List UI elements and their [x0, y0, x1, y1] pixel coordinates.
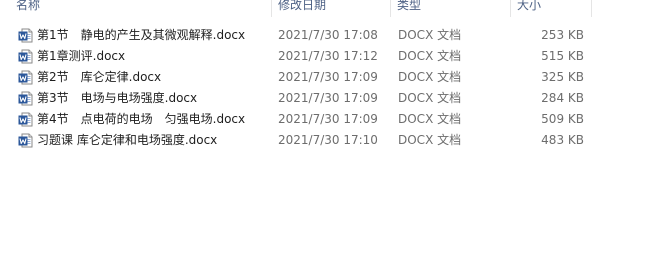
file-size: 325 KB [541, 70, 584, 84]
file-name: 第1节 静电的产生及其微观解释.docx [37, 28, 246, 42]
file-name: 第4节 点电荷的电场 匀强电场.docx [37, 112, 246, 126]
file-size: 483 KB [541, 133, 584, 147]
file-date-modified: 2021/7/30 17:10 [278, 133, 378, 147]
file-row[interactable]: 第4节 点电荷的电场 匀强电场.docx 2021/7/30 17:09 DOC… [0, 109, 650, 130]
file-name: 第1章测评.docx [37, 49, 126, 63]
file-row[interactable]: 第1节 静电的产生及其微观解释.docx 2021/7/30 17:08 DOC… [0, 25, 650, 46]
word-document-icon [18, 91, 33, 106]
column-header-date-modified[interactable]: 修改日期 [272, 0, 391, 17]
file-type: DOCX 文档 [398, 133, 462, 147]
word-document-icon [18, 112, 33, 127]
word-document-icon [18, 133, 33, 148]
file-row[interactable]: 习题课 库仑定律和电场强度.docx 2021/7/30 17:10 DOCX … [0, 130, 650, 151]
column-header-bar: 名称 修改日期 类型 大小 [0, 0, 650, 17]
word-document-icon [18, 49, 33, 64]
file-type: DOCX 文档 [398, 49, 462, 63]
file-row[interactable]: 第1章测评.docx 2021/7/30 17:12 DOCX 文档 515 K… [0, 46, 650, 67]
file-type: DOCX 文档 [398, 28, 462, 42]
file-size: 284 KB [541, 91, 584, 105]
file-date-modified: 2021/7/30 17:09 [278, 70, 378, 84]
file-date-modified: 2021/7/30 17:09 [278, 91, 378, 105]
word-document-icon [18, 70, 33, 85]
file-size: 253 KB [541, 28, 584, 42]
file-date-modified: 2021/7/30 17:09 [278, 112, 378, 126]
file-size: 515 KB [541, 49, 584, 63]
file-type: DOCX 文档 [398, 70, 462, 84]
file-type: DOCX 文档 [398, 112, 462, 126]
column-header-size[interactable]: 大小 [511, 0, 592, 17]
file-name: 第3节 电场与电场强度.docx [37, 91, 198, 105]
file-name: 第2节 库仑定律.docx [37, 70, 162, 84]
file-row[interactable]: 第3节 电场与电场强度.docx 2021/7/30 17:09 DOCX 文档… [0, 88, 650, 109]
file-date-modified: 2021/7/30 17:08 [278, 28, 378, 42]
word-document-icon [18, 28, 33, 43]
column-header-type[interactable]: 类型 [391, 0, 511, 17]
file-size: 509 KB [541, 112, 584, 126]
file-type: DOCX 文档 [398, 91, 462, 105]
file-name: 习题课 库仑定律和电场强度.docx [37, 133, 218, 147]
file-row[interactable]: 第2节 库仑定律.docx 2021/7/30 17:09 DOCX 文档 32… [0, 67, 650, 88]
file-date-modified: 2021/7/30 17:12 [278, 49, 378, 63]
column-header-name[interactable]: 名称 [0, 0, 272, 17]
